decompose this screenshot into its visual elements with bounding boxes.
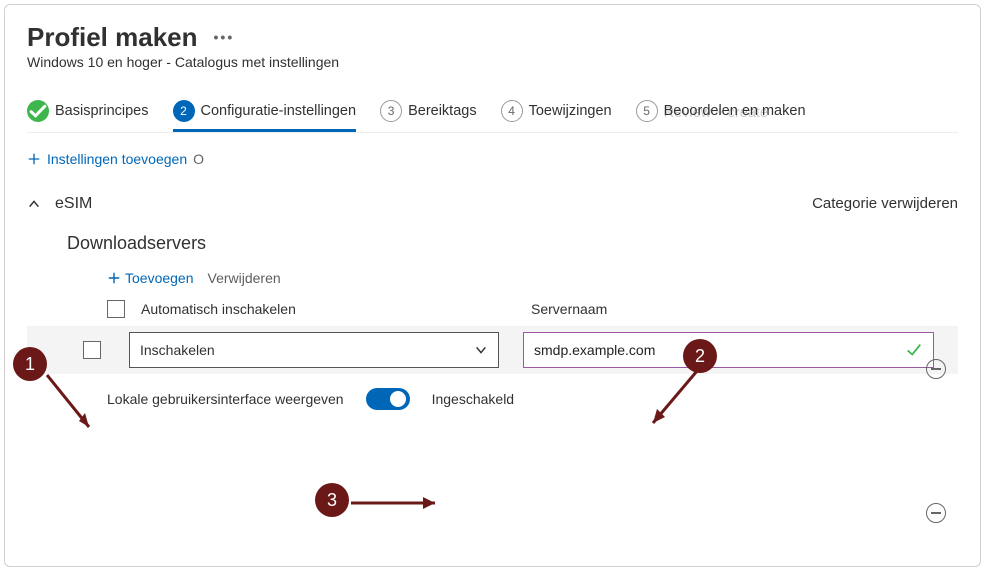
step-number-icon: 4	[501, 100, 523, 122]
add-button[interactable]: Toevoegen	[107, 270, 194, 286]
plus-icon	[27, 152, 41, 166]
auto-enable-select[interactable]: Inschakelen	[129, 332, 499, 368]
chevron-up-icon[interactable]	[27, 197, 41, 211]
row-toolbar: Toevoegen Verwijderen	[27, 270, 958, 286]
remove-button[interactable]: Verwijderen	[208, 270, 281, 286]
step-number-icon: 5	[636, 100, 658, 122]
remove-category-link[interactable]: Categorie verwijderen	[812, 195, 958, 212]
ui-toggle[interactable]	[366, 388, 410, 410]
step-5[interactable]: 5 Beoordelen en maken Review + create	[636, 100, 806, 132]
add-settings-link[interactable]: Instellingen toevoegen O	[27, 151, 958, 167]
step-3[interactable]: 3 Bereiktags	[380, 100, 477, 132]
section-name: eSIM	[55, 195, 92, 213]
step-1[interactable]: Basisprincipes	[27, 100, 149, 132]
select-all-checkbox[interactable]	[107, 300, 125, 318]
valid-check-icon	[905, 341, 923, 359]
ui-toggle-label: Lokale gebruikersinterface weergeven	[107, 391, 344, 407]
ui-toggle-state: Ingeschakeld	[432, 391, 515, 407]
table-row: Inschakelen smdp.example.com	[27, 326, 958, 374]
page-subtitle: Windows 10 en hoger - Catalogus met inst…	[27, 54, 958, 70]
server-name-input[interactable]: smdp.example.com	[523, 332, 934, 368]
annotation-arrow	[349, 495, 449, 511]
step-2[interactable]: 2 Configuratie-instellingen	[173, 100, 357, 132]
column-server-name: Servernaam	[531, 301, 607, 317]
plus-icon	[107, 271, 121, 285]
step-number-icon: 2	[173, 100, 195, 122]
page-title: Profiel maken	[27, 23, 198, 52]
step-number-icon: 3	[380, 100, 402, 122]
row-checkbox[interactable]	[83, 341, 101, 359]
chevron-down-icon	[474, 343, 488, 357]
wizard-steps: Basisprincipes 2 Configuratie-instelling…	[27, 100, 958, 133]
column-auto-enable: Automatisch inschakelen	[141, 301, 296, 317]
subsection-title: Downloadservers	[27, 233, 958, 254]
annotation-3: 3	[315, 483, 349, 517]
remove-row-icon[interactable]	[926, 359, 946, 379]
check-icon	[27, 100, 49, 122]
step-4[interactable]: 4 Toewijzingen	[501, 100, 612, 132]
more-icon[interactable]: •••	[214, 30, 235, 45]
remove-setting-icon[interactable]	[926, 503, 946, 523]
